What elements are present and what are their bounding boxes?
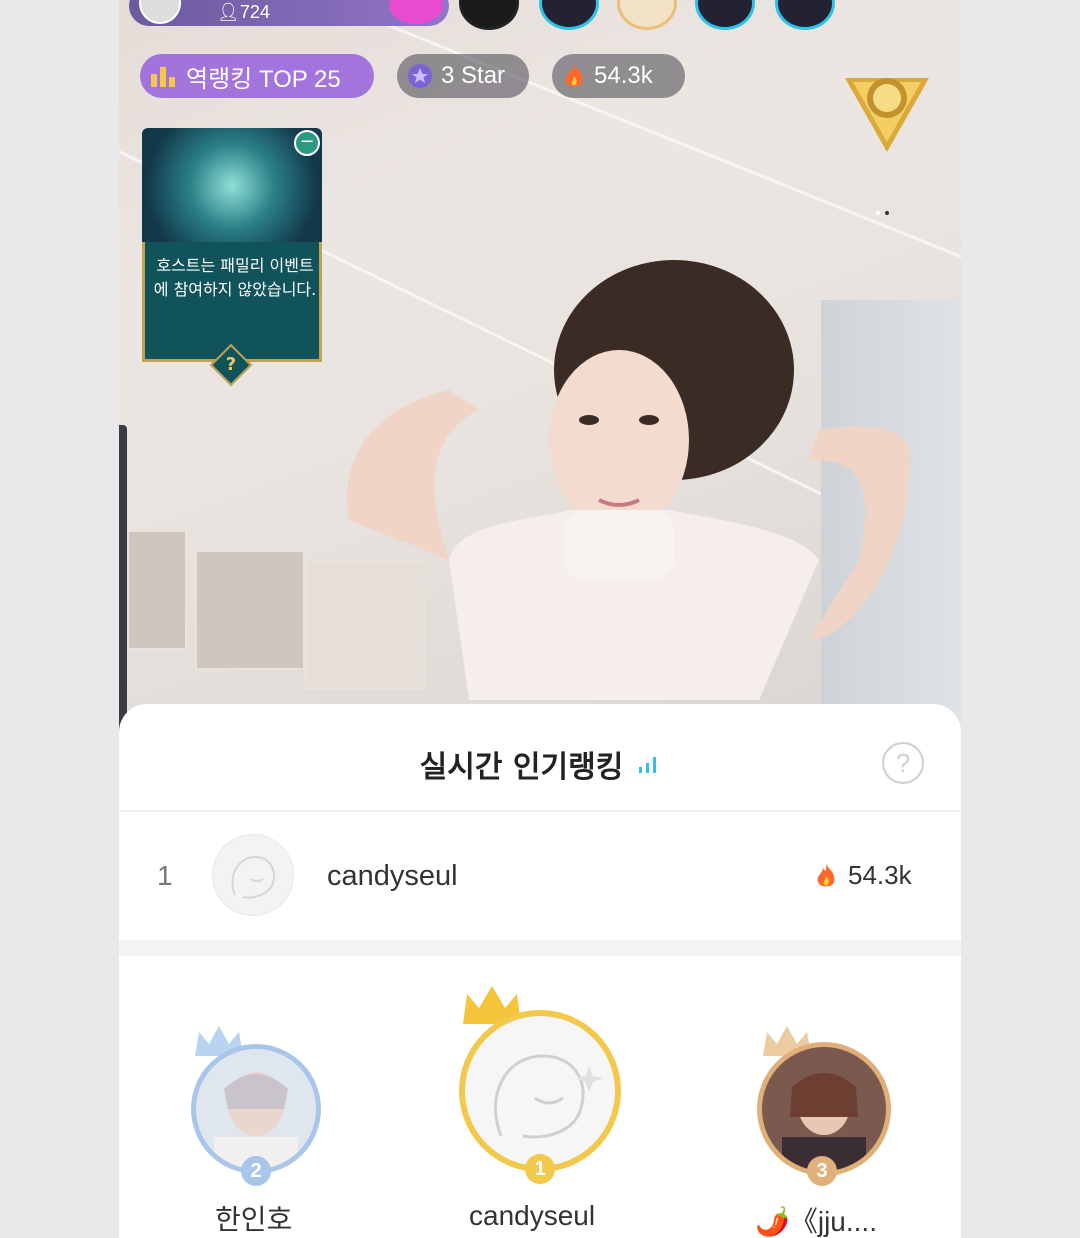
panel-title: 실시간 인기랭킹 [119, 742, 961, 786]
podium-rank-badge: 2 [241, 1156, 271, 1186]
podium-username: 한인호 [215, 1204, 293, 1235]
viewer-count: 👤︎724 [217, 2, 270, 22]
star-badge[interactable]: 3 Star [397, 54, 529, 98]
podium-avatar [459, 1010, 621, 1172]
minimize-icon[interactable]: − [294, 130, 320, 156]
default-avatar-icon [493, 1054, 603, 1139]
event-card-message: 호스트는 패밀리 이벤트에 참여하지 않았습니다. [153, 256, 317, 299]
viewer-icon: 👤︎ [217, 2, 240, 22]
popularity-badge[interactable]: 54.3k [552, 54, 685, 98]
avatar [212, 834, 294, 916]
fire-icon [814, 862, 838, 890]
realtime-ranking-panel: 실시간 인기랭킹 ? 1 candyseul 54.3k 2 한인호 1 can… [119, 704, 961, 1238]
question-icon: ? [225, 354, 237, 375]
page-indicator [876, 200, 894, 219]
podium-username: candyseul [469, 1200, 596, 1231]
ranking-help-button[interactable]: ? [882, 742, 924, 784]
my-rank-number: 1 [157, 860, 173, 891]
my-ranking-row[interactable]: 1 candyseul 54.3k [119, 812, 961, 940]
popularity-badge-label: 54.3k [594, 62, 653, 89]
podium-rank-badge: 3 [807, 1156, 837, 1186]
podium-rank-badge: 1 [525, 1154, 555, 1184]
signal-bars-icon [639, 755, 660, 773]
ranking-badge[interactable]: 역랭킹 TOP 25 [140, 54, 374, 98]
ranking-badge-label: 역랭킹 TOP 25 [186, 65, 341, 93]
bar-chart-icon [150, 64, 178, 88]
star-badge-label: 3 Star [441, 62, 506, 89]
gold-rank-shield-icon[interactable] [841, 66, 933, 156]
family-event-card[interactable]: 호스트는 패밀리 이벤트에 참여하지 않았습니다. − ? [140, 126, 324, 387]
my-score: 54.3k [814, 860, 912, 891]
section-gap [119, 940, 961, 956]
my-username: candyseul [327, 860, 458, 892]
side-drawer-handle[interactable] [119, 425, 127, 745]
podium-username: 🌶️《jju.... [755, 1206, 877, 1237]
default-avatar-icon [231, 855, 275, 899]
live-stream-screen: 👤︎724 역랭킹 TOP 25 3 Star 54.3k 호스트는 패밀리 이… [119, 0, 961, 1238]
star-icon [407, 63, 433, 89]
podium-avatar [191, 1044, 321, 1174]
fire-icon [562, 62, 586, 90]
